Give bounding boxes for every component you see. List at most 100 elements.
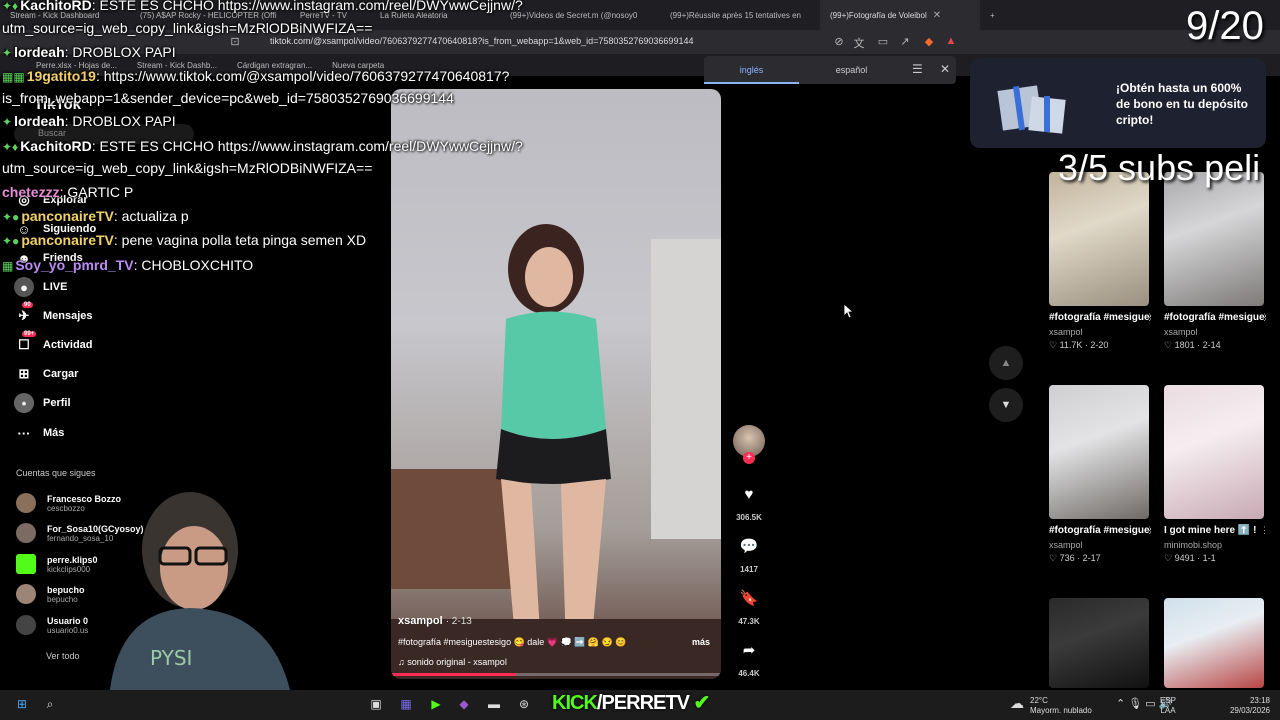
streamer-webcam: PYSI: [90, 490, 390, 690]
app-icon[interactable]: ▣: [368, 697, 384, 713]
bookmark-icon[interactable]: ⊡: [228, 35, 242, 49]
see-all-link[interactable]: Ver todo: [46, 651, 80, 661]
related-video-card[interactable]: [1049, 598, 1151, 688]
badge-icon: ▦: [2, 259, 14, 273]
chat-message: is_from_webapp=1&sender_device=pc&web_id…: [2, 90, 454, 106]
browser-tab[interactable]: (99+)Réussite après 15 tentatives en: [660, 0, 820, 30]
cloud-icon: ☁: [1010, 695, 1024, 711]
following-account[interactable]: perre.klips0 kickclips000: [16, 551, 98, 577]
avatar: [16, 584, 36, 604]
comment-button[interactable]: 💬 1417: [732, 530, 766, 574]
menu-icon[interactable]: ☰: [912, 62, 923, 76]
upload-icon: ⊞: [18, 366, 30, 381]
clock[interactable]: 23:18 29/03/2026: [1222, 696, 1270, 716]
mouse-cursor-icon: [844, 304, 854, 318]
card-stats: ♡ 11.7K · 2-20: [1049, 340, 1109, 350]
video-caption: #fotografía #mesiguestesigo 😋 dale 💗 💭 ➡…: [398, 637, 627, 647]
new-tab-button[interactable]: +: [980, 0, 1010, 30]
nav-label: Mensajes: [43, 310, 93, 322]
account-name: Usuario 0: [47, 615, 89, 626]
chevron-down-icon: ▼: [1000, 399, 1012, 411]
chat-message: utm_source=ig_web_copy_link&igsh=MzRlODB…: [2, 160, 373, 176]
following-account[interactable]: bepucho bepucho: [16, 581, 85, 607]
nav-mensajes[interactable]: ✈ 90 Mensajes: [14, 302, 93, 328]
follow-plus-icon[interactable]: +: [743, 452, 755, 464]
badge-icon: ✦♦: [2, 0, 19, 13]
video-player[interactable]: xsampol · 2-13 #fotografía #mesiguestesi…: [391, 89, 721, 679]
video-date: · 2-13: [445, 616, 472, 627]
mute-icon[interactable]: ⊘: [832, 35, 846, 49]
related-video-card[interactable]: #fotografía #mesiguestesigo... xsampol ♡…: [1049, 172, 1154, 351]
close-icon[interactable]: ✕: [940, 62, 950, 76]
live-icon: ●: [14, 277, 34, 297]
windows-start-icon[interactable]: ⊞: [14, 697, 30, 713]
close-icon[interactable]: ✕: [933, 10, 941, 21]
weather-widget[interactable]: ☁ 22°C Mayorm. nublado: [1010, 696, 1092, 716]
card-author: xsampol: [1049, 327, 1083, 337]
chevron-up-icon: ▲: [1000, 357, 1012, 369]
more-options-icon[interactable]: ⋮: [1145, 525, 1154, 536]
following-account[interactable]: Usuario 0 usuario0.us: [16, 612, 88, 638]
account-handle: bepucho: [47, 594, 78, 604]
search-icon[interactable]: ⌕: [42, 697, 58, 713]
chat-message: chetezzz: GARTIC P: [2, 184, 134, 200]
chat-message: ✦ lordeah: DROBLOX PAPI: [2, 113, 176, 129]
browser-tab-active[interactable]: (99+)Fotografía de Voleibol ✕: [820, 0, 980, 30]
more-options-icon[interactable]: ⋮: [1145, 312, 1154, 323]
video-frame: [391, 224, 721, 679]
more-link[interactable]: más: [692, 637, 710, 647]
save-count: 47.3K: [738, 617, 760, 626]
related-video-card[interactable]: #fotografía #mesiguestesigo... xsampol ♡…: [1164, 172, 1269, 351]
cast-icon[interactable]: ▭: [876, 35, 890, 49]
video-author[interactable]: xsampol · 2-13: [398, 615, 472, 627]
translate-target-lang[interactable]: español: [804, 56, 899, 84]
notification-badge: 99+: [22, 331, 37, 337]
svg-text:PYSI: PYSI: [150, 646, 192, 670]
translate-icon[interactable]: 文: [852, 35, 866, 50]
app-icon[interactable]: ◆: [456, 697, 472, 713]
translate-source-lang[interactable]: inglés: [704, 56, 799, 84]
app-icon[interactable]: ▬: [486, 697, 502, 713]
language-indicator[interactable]: ESP LAA: [1160, 696, 1176, 716]
nav-mas[interactable]: ··· Más: [14, 421, 65, 445]
more-options-icon[interactable]: ⋮: [1260, 312, 1269, 323]
comment-icon: 💬: [739, 538, 759, 555]
browser-tab[interactable]: (99+)Videos de Secret.m (@nosoy0: [500, 0, 660, 30]
share-button[interactable]: ➦ 46.4K: [732, 634, 766, 678]
related-video-card[interactable]: #fotografía #mesiguestesigo... xsampol ♡…: [1049, 385, 1154, 564]
nav-perfil[interactable]: • Perfil: [14, 391, 71, 415]
video-thumbnail: [1164, 172, 1264, 306]
nav-actividad[interactable]: ☐ 99+ Actividad: [14, 331, 93, 357]
notification-badge: 90: [22, 302, 33, 308]
save-button[interactable]: 🔖 47.3K: [732, 582, 766, 626]
chat-message: ▦ Soy_yo_pmrd_TV: CHOBLOXCHITO: [2, 257, 254, 273]
share-icon: ➦: [742, 642, 756, 659]
nav-cargar[interactable]: ⊞ Cargar: [14, 362, 79, 386]
video-sound[interactable]: ♫ sonido original - xsampol: [398, 657, 507, 667]
url-field[interactable]: tiktok.com/@xsampol/video/76063792774706…: [270, 36, 693, 46]
badge-icon: ✦♦: [2, 140, 19, 154]
badge-icon: ✦●: [2, 234, 20, 248]
share-icon[interactable]: ↗: [898, 35, 912, 49]
account-handle: usuario0.us: [47, 625, 89, 635]
more-icon: ···: [17, 425, 31, 441]
like-button[interactable]: ♥ 306.5K: [732, 478, 766, 523]
related-video-card[interactable]: [1164, 598, 1266, 688]
next-video-button[interactable]: ▼: [989, 388, 1023, 422]
previous-video-button[interactable]: ▲: [989, 346, 1023, 380]
video-progress[interactable]: [391, 673, 721, 676]
overlay-subs-goal: 3/5 subs peli: [1058, 147, 1261, 188]
more-options-icon[interactable]: ⋮: [1260, 525, 1269, 536]
chat-message: ✦● panconaireTV: actualiza p: [2, 208, 189, 224]
card-stats: ♡ 9491 · 1-1: [1164, 553, 1216, 563]
card-stats: ♡ 736 · 2-17: [1049, 553, 1101, 563]
rewards-icon[interactable]: ▲: [944, 35, 958, 49]
app-icon[interactable]: ⊛: [516, 697, 532, 713]
following-title: Cuentas que sigues: [16, 468, 96, 478]
app-icon[interactable]: ▶: [428, 697, 444, 713]
brave-shield-icon[interactable]: ◆: [922, 35, 936, 49]
app-icon[interactable]: ▦: [398, 697, 414, 713]
nav-live[interactable]: ● LIVE: [14, 275, 67, 299]
crypto-ad-banner[interactable]: ¡Obtén hasta un 600% de bono en tu depós…: [970, 58, 1266, 148]
related-video-card[interactable]: I got mine here ⬆️ ! minimobi.shop ♡ 949…: [1164, 385, 1269, 564]
